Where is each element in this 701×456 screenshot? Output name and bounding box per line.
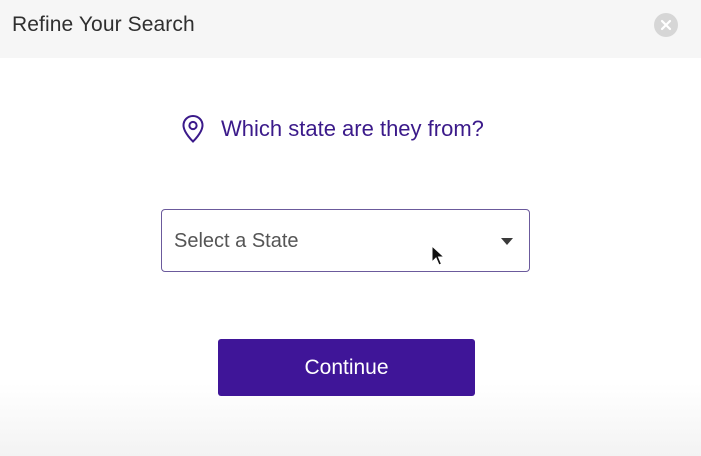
- modal-header: Refine Your Search: [0, 0, 701, 58]
- continue-button[interactable]: Continue: [218, 339, 475, 396]
- mouse-cursor-icon: [431, 245, 445, 266]
- close-button[interactable]: [654, 13, 678, 37]
- state-question: Which state are they from?: [180, 112, 484, 146]
- location-pin-icon: [182, 114, 204, 143]
- state-select-value: Select a State: [174, 230, 299, 252]
- refine-search-modal: Refine Your Search Which state are they …: [0, 0, 701, 456]
- state-select-dropdown[interactable]: Select a State: [161, 209, 530, 272]
- caret-down-icon: [501, 238, 513, 245]
- question-text: Which state are they from?: [221, 116, 484, 141]
- close-icon: [660, 19, 672, 31]
- modal-title: Refine Your Search: [12, 13, 195, 36]
